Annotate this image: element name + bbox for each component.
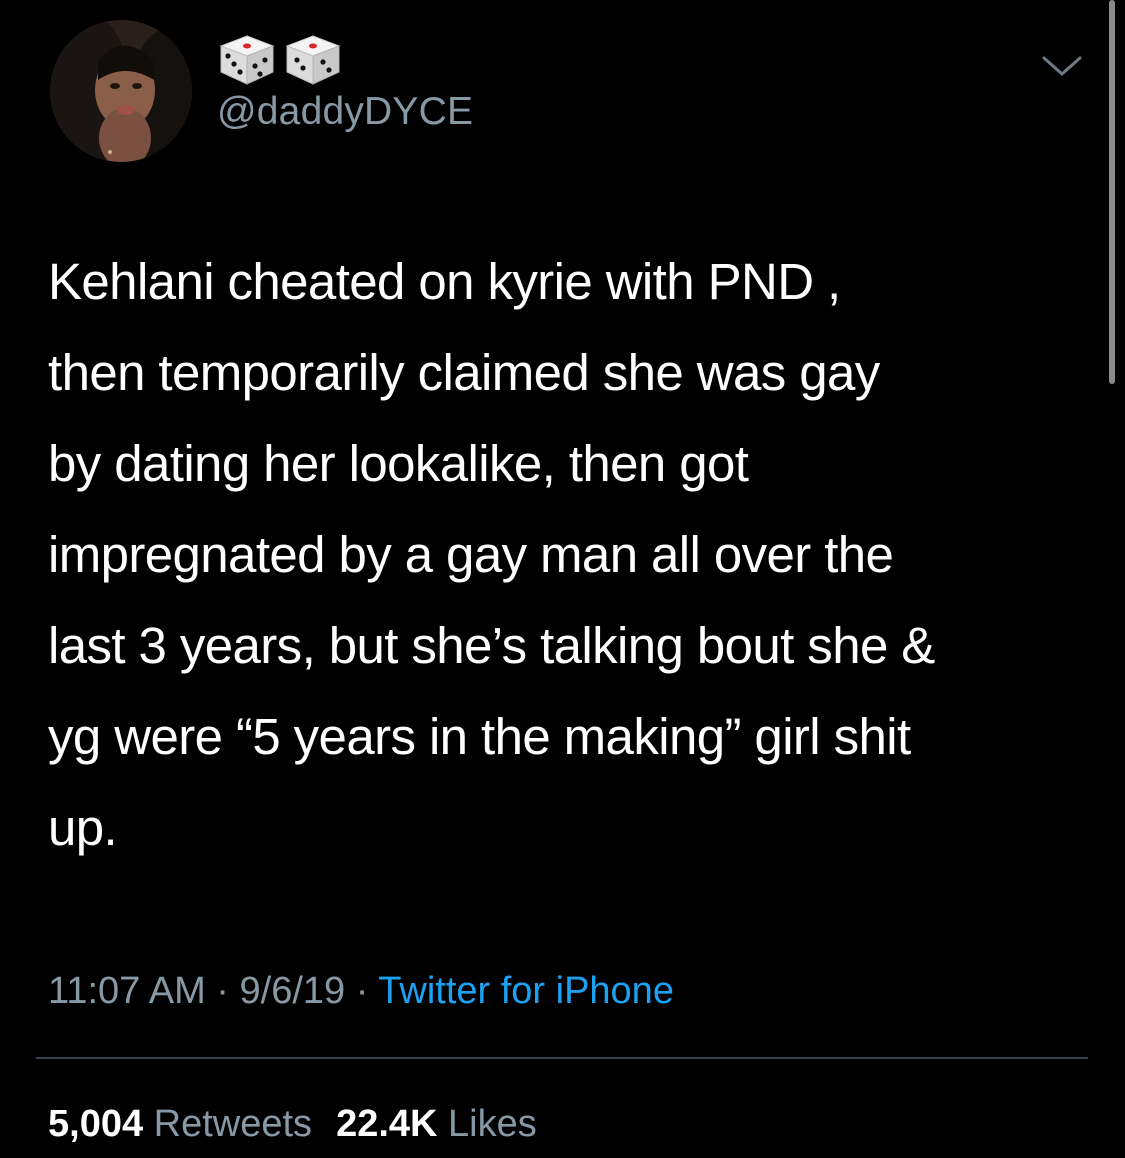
tweet-source-link[interactable]: Twitter for iPhone <box>378 970 674 1012</box>
user-handle[interactable]: @daddyDYCE <box>217 90 473 134</box>
tweet-line: yg were “5 years in the making” girl shi… <box>48 708 911 765</box>
tweet-line: impregnated by a gay man all over the <box>48 526 894 583</box>
tweet-meta: 11:07 AM · 9/6/19 · Twitter for iPhone <box>48 970 674 1013</box>
tweet-line: last 3 years, but she’s talking bout she… <box>48 617 935 674</box>
scrollbar[interactable] <box>1109 0 1115 384</box>
retweets-label: Retweets <box>153 1103 313 1145</box>
die-icon <box>285 35 341 85</box>
tweet-line: Kehlani cheated on kyrie with PND , <box>48 253 841 310</box>
chevron-down-icon[interactable] <box>1040 52 1084 82</box>
die-icon <box>219 35 275 85</box>
tweet-line: up. <box>48 799 118 856</box>
tweet-stats: 5,004 Retweets 22.4K Likes <box>48 1103 537 1146</box>
tweet-text: Kehlani cheated on kyrie with PND , then… <box>48 236 1088 873</box>
likes-count: 22.4K <box>336 1103 438 1145</box>
likes-label: Likes <box>448 1103 537 1145</box>
tweet-date: 9/6/19 <box>239 970 346 1012</box>
retweets-stat[interactable]: 5,004 Retweets <box>48 1103 312 1145</box>
meta-separator: · <box>345 970 379 1012</box>
likes-stat[interactable]: 22.4K Likes <box>336 1103 537 1145</box>
divider <box>36 1057 1088 1059</box>
avatar[interactable] <box>50 20 192 162</box>
display-name[interactable] <box>217 34 343 86</box>
retweets-count: 5,004 <box>48 1103 144 1145</box>
tweet-line: by dating her lookalike, then got <box>48 435 749 492</box>
meta-separator: · <box>205 970 240 1012</box>
tweet-time: 11:07 AM <box>48 970 206 1012</box>
tweet-line: then temporarily claimed she was gay <box>48 344 880 401</box>
